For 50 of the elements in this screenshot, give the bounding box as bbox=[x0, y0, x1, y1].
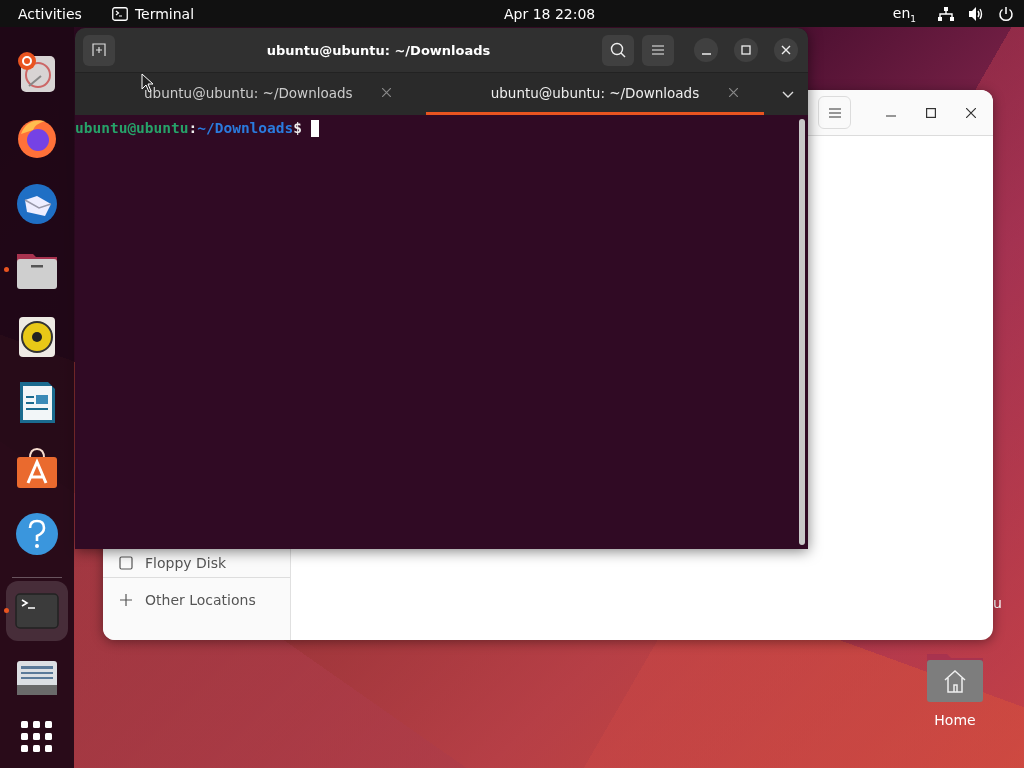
dock-app-button[interactable] bbox=[15, 446, 59, 490]
close-icon bbox=[728, 88, 738, 97]
dock-app-button[interactable] bbox=[15, 182, 59, 226]
network-icon[interactable] bbox=[938, 5, 954, 22]
help-icon bbox=[15, 512, 59, 556]
terminal-tab[interactable]: ubuntu@ubuntu: ~/Downloads bbox=[425, 73, 765, 115]
app-menu-button[interactable]: Terminal bbox=[103, 0, 203, 27]
window-title: ubuntu@ubuntu: ~/Downloads bbox=[265, 42, 492, 58]
search-icon bbox=[610, 42, 626, 58]
shopping-bag-icon bbox=[15, 446, 59, 490]
close-button[interactable] bbox=[774, 38, 798, 62]
plus-icon bbox=[119, 593, 133, 607]
volume-icon[interactable] bbox=[968, 5, 984, 22]
home-folder-icon[interactable] bbox=[927, 652, 983, 702]
activities-button[interactable]: Activities bbox=[10, 0, 90, 27]
new-tab-icon bbox=[92, 43, 106, 57]
minimize-button[interactable] bbox=[694, 38, 718, 62]
terminal-icon bbox=[111, 6, 128, 21]
desktop-icon-label: u bbox=[993, 595, 1002, 611]
maximize-icon bbox=[741, 45, 751, 55]
close-icon bbox=[382, 88, 392, 97]
sidebar-item[interactable]: Other Locations bbox=[103, 580, 290, 620]
sidebar-item[interactable]: Floppy Disk bbox=[103, 549, 290, 577]
desktop-icon-label: Home bbox=[934, 712, 976, 728]
maximize-icon bbox=[926, 107, 936, 118]
text-cursor bbox=[311, 119, 319, 137]
search-button[interactable] bbox=[602, 34, 634, 66]
drive-icon bbox=[119, 556, 133, 570]
minimize-icon bbox=[701, 52, 711, 55]
new-tab-button[interactable] bbox=[83, 34, 115, 66]
keyboard-layout-button[interactable]: en$_{1}$ bbox=[892, 0, 916, 27]
terminal-tab[interactable]: ubuntu@ubuntu: ~/Downloads bbox=[79, 73, 418, 115]
dock-app-button[interactable] bbox=[15, 512, 59, 556]
clock-button[interactable]: Apr 18 22:08 bbox=[496, 0, 604, 27]
menu-button[interactable] bbox=[818, 96, 851, 129]
close-icon bbox=[781, 45, 791, 55]
menu-icon bbox=[828, 107, 841, 118]
minimize-icon bbox=[886, 115, 896, 117]
close-icon bbox=[966, 107, 976, 118]
chevron-down-icon bbox=[782, 90, 795, 98]
close-tab-button[interactable] bbox=[726, 85, 741, 100]
maximize-button[interactable] bbox=[734, 38, 758, 62]
menu-icon bbox=[652, 45, 664, 55]
menu-button[interactable] bbox=[642, 34, 674, 66]
mail-bird-icon bbox=[15, 182, 59, 226]
power-icon[interactable] bbox=[998, 5, 1014, 22]
scrollbar[interactable] bbox=[799, 119, 805, 545]
app-grid-icon bbox=[21, 721, 53, 753]
prompt-line: ubuntu@ubuntu:~/Downloads$ bbox=[75, 120, 302, 136]
close-tab-button[interactable] bbox=[379, 85, 394, 100]
